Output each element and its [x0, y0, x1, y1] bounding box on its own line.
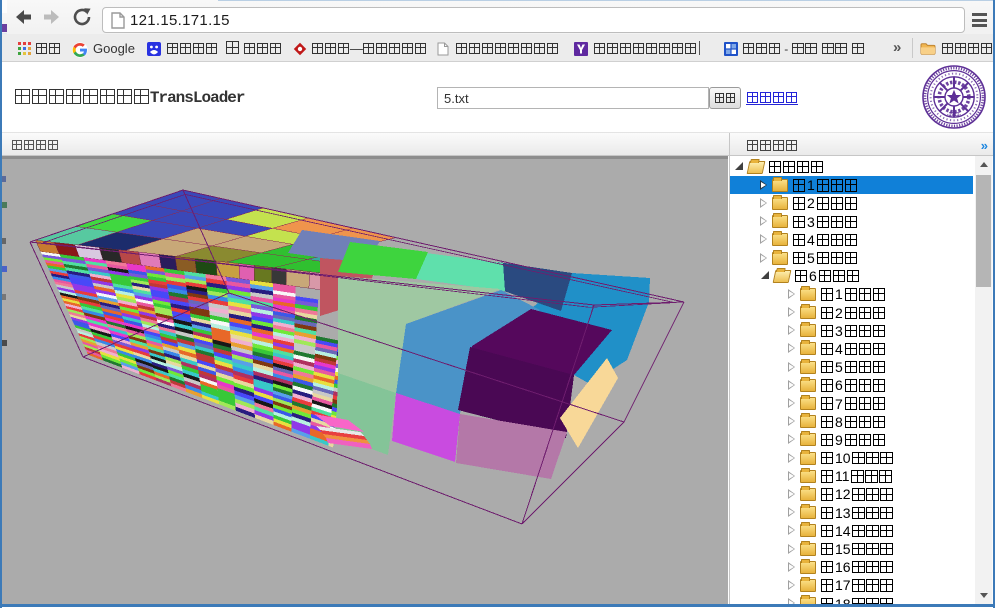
svg-text:-1911-: -1911-: [947, 112, 962, 118]
